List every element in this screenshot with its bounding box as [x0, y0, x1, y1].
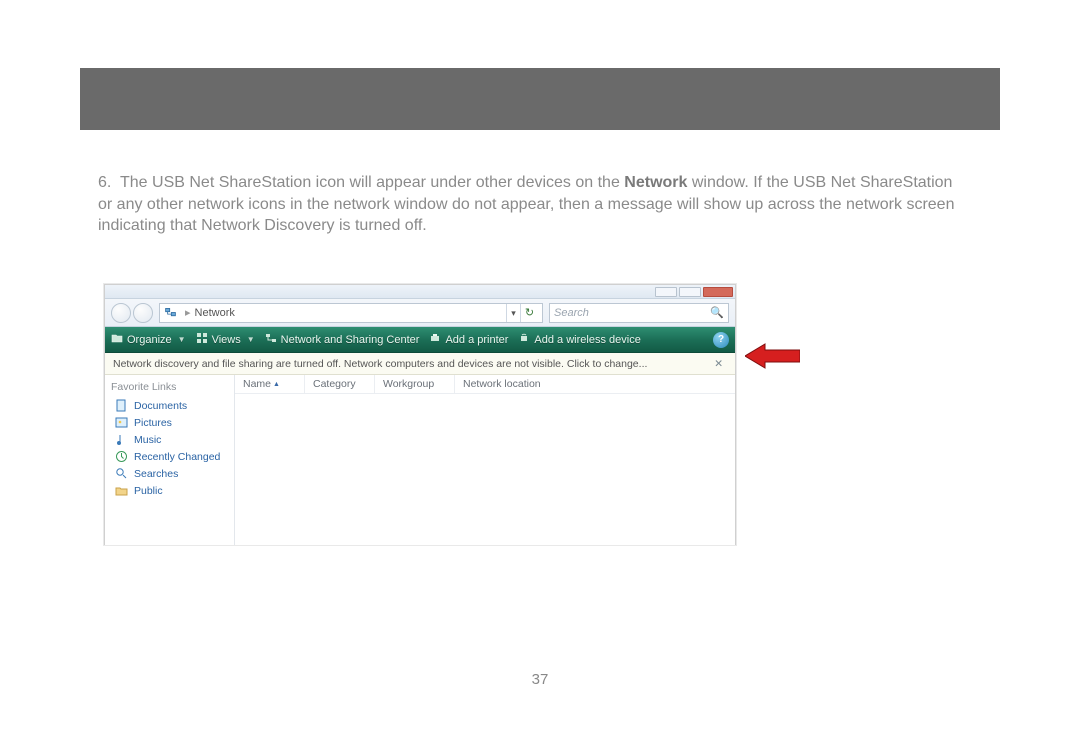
recent-icon	[115, 450, 128, 463]
sidebar-item-music[interactable]: Music	[115, 433, 228, 446]
step-text-a: The USB Net ShareStation icon will appea…	[120, 174, 624, 191]
sidebar-item-public[interactable]: Public	[115, 484, 228, 497]
instruction-step-6: 6.The USB Net ShareStation icon will app…	[98, 172, 958, 237]
sidebar-item-pictures[interactable]: Pictures	[115, 416, 228, 429]
sidebar-item-recently-changed[interactable]: Recently Changed	[115, 450, 228, 463]
views-menu[interactable]: Views▼	[196, 332, 255, 347]
breadcrumb-sep-icon: ▸	[185, 306, 191, 319]
step-bold: Network	[624, 174, 687, 191]
organize-menu[interactable]: Organize▼	[111, 332, 186, 347]
help-button[interactable]: ?	[713, 332, 729, 348]
wireless-icon	[518, 332, 530, 347]
searches-icon	[115, 467, 128, 480]
sharing-center-icon	[265, 332, 277, 347]
minimize-button[interactable]	[655, 287, 677, 297]
breadcrumb-location: Network	[195, 307, 235, 319]
search-icon: 🔍	[710, 306, 724, 319]
column-header-name[interactable]: Name ▲	[235, 375, 305, 393]
favorite-links-heading: Favorite Links	[111, 381, 228, 393]
command-bar: Organize▼ Views▼ Network and Sharing Cen…	[105, 327, 735, 353]
network-icon	[164, 306, 177, 319]
window-titlebar	[105, 285, 735, 299]
network-discovery-infobar[interactable]: Network discovery and file sharing are t…	[105, 353, 735, 375]
breadcrumb-dropdown[interactable]: ▾	[506, 304, 520, 322]
add-wireless-device-button[interactable]: Add a wireless device	[518, 332, 640, 347]
refresh-button[interactable]: ↻	[520, 304, 538, 322]
printer-icon	[429, 332, 441, 347]
step-number: 6.	[98, 172, 120, 194]
header-band	[80, 68, 1000, 130]
sidebar-item-documents[interactable]: Documents	[115, 399, 228, 412]
sidebar-item-searches[interactable]: Searches	[115, 467, 228, 480]
infobar-close-icon[interactable]: ✕	[710, 358, 727, 370]
column-header-workgroup[interactable]: Workgroup	[375, 375, 455, 393]
public-icon	[115, 484, 128, 497]
column-header-category[interactable]: Category	[305, 375, 375, 393]
network-sharing-center-button[interactable]: Network and Sharing Center	[265, 332, 420, 347]
documents-icon	[115, 399, 128, 412]
nav-buttons	[111, 303, 153, 323]
file-list-pane: Name ▲ Category Workgroup Network locati…	[235, 375, 735, 545]
pictures-icon	[115, 416, 128, 429]
forward-button[interactable]	[133, 303, 153, 323]
views-icon	[196, 332, 208, 347]
network-window-screenshot: ▸ Network ▾ ↻ Search 🔍 Organize▼	[104, 284, 736, 545]
music-icon	[115, 433, 128, 446]
add-printer-button[interactable]: Add a printer	[429, 332, 508, 347]
column-headers: Name ▲ Category Workgroup Network locati…	[235, 375, 735, 394]
explorer-content: Favorite Links Documents Pictures Music …	[105, 375, 735, 545]
organize-icon	[111, 332, 123, 347]
favorite-links-sidebar: Favorite Links Documents Pictures Music …	[105, 375, 235, 545]
page-number: 37	[0, 671, 1080, 688]
search-placeholder: Search	[554, 307, 589, 319]
breadcrumb-bar[interactable]: ▸ Network ▾ ↻	[159, 303, 543, 323]
search-input[interactable]: Search 🔍	[549, 303, 729, 323]
column-header-network-location[interactable]: Network location	[455, 375, 735, 393]
address-bar-row: ▸ Network ▾ ↻ Search 🔍	[105, 299, 735, 327]
maximize-button[interactable]	[679, 287, 701, 297]
chevron-down-icon: ▼	[247, 335, 255, 344]
chevron-down-icon: ▼	[178, 335, 186, 344]
infobar-text: Network discovery and file sharing are t…	[113, 358, 647, 370]
back-button[interactable]	[111, 303, 131, 323]
close-button[interactable]	[703, 287, 733, 297]
red-arrow-callout	[745, 342, 800, 370]
sort-indicator-icon: ▲	[273, 381, 280, 388]
